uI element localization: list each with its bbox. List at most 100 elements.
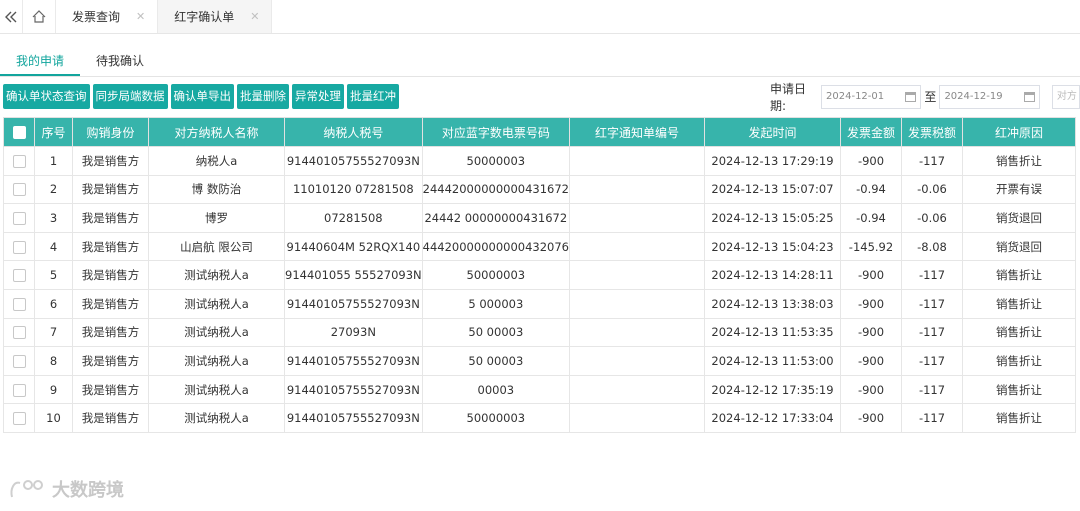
row-checkbox[interactable]: [3, 174, 35, 205]
cell-tax: -117: [901, 403, 963, 433]
cell-name: 测试纳税人a: [148, 260, 285, 290]
cell-tax: -117: [901, 288, 963, 319]
table-row[interactable]: 10 我是销售方 测试纳税人a 91440105755527093N 50000003 2…: [3, 403, 1076, 433]
cell-no: 3: [34, 203, 73, 233]
cell-blue-no: 50000003: [421, 260, 571, 290]
table-header-row: 序号 购销身份 对方纳税人名称 纳税人税号 对应蓝字数电票号码 红字通知单编号 …: [3, 117, 1076, 147]
cell-amount: -900: [840, 146, 902, 176]
cell-reason: 销售折让: [962, 317, 1076, 348]
cell-time: 2024-12-13 13:38:03: [704, 288, 841, 319]
cell-tax-id: 91440105755527093N: [284, 403, 423, 433]
col-header: 发票金额: [840, 117, 902, 147]
exception-handling-button[interactable]: 异常处理: [292, 84, 344, 109]
cell-time: 2024-12-13 15:05:25: [704, 203, 841, 233]
date-from-input[interactable]: 2024-12-01: [821, 84, 922, 109]
select-all-checkbox[interactable]: [3, 117, 35, 147]
cell-tax-id: 27093N: [284, 317, 423, 348]
double-chevron-left-icon[interactable]: [0, 0, 22, 33]
cell-reason: 销售折让: [962, 403, 1076, 433]
row-checkbox[interactable]: [3, 146, 35, 176]
cell-amount: -900: [840, 403, 902, 433]
cell-blue-no: 24442000000000431672: [421, 174, 571, 205]
cell-notice-no: [569, 288, 705, 319]
tab-label: 红字确认单: [174, 10, 235, 24]
cell-tax-id: 11010120 07281508: [284, 174, 423, 205]
cell-role: 我是销售方: [72, 403, 149, 433]
confirm-status-query-button[interactable]: 确认单状态查询: [3, 84, 90, 109]
cell-amount: -0.94: [840, 203, 902, 233]
table-row[interactable]: 6 我是销售方 测试纳税人a 91440105755527093N 5 000003 20…: [3, 288, 1076, 319]
table-row[interactable]: 5 我是销售方 测试纳税人a 914401055 55527093N 50000003 2…: [3, 260, 1076, 290]
date-from-value: 2024-12-01: [826, 91, 885, 102]
close-icon[interactable]: ✕: [136, 10, 145, 23]
tab-red-confirmation[interactable]: 红字确认单 ✕: [158, 0, 273, 33]
cell-reason: 销货退回: [962, 203, 1076, 233]
cell-blue-no: 5 000003: [421, 288, 571, 319]
table-row[interactable]: 8 我是销售方 测试纳税人a 91440105755527093N 50 00003 20…: [3, 346, 1076, 376]
cell-no: 5: [34, 260, 73, 290]
cell-notice-no: [569, 346, 705, 376]
cell-role: 我是销售方: [72, 174, 149, 205]
cell-role: 我是销售方: [72, 231, 149, 262]
table-row[interactable]: 9 我是销售方 测试纳税人a 91440105755527093N 00003 2024-…: [3, 374, 1076, 405]
cell-no: 8: [34, 346, 73, 376]
col-header: 红字通知单编号: [569, 117, 705, 147]
date-to-input[interactable]: 2024-12-19: [939, 84, 1040, 109]
cell-amount: -145.92: [840, 231, 902, 262]
counterparty-input[interactable]: 对方: [1051, 84, 1080, 109]
home-icon[interactable]: [22, 0, 56, 33]
subtab-pending-confirmation[interactable]: 待我确认: [80, 46, 160, 76]
cell-tax: -0.06: [901, 203, 963, 233]
table-row[interactable]: 4 我是销售方 山启航 限公司 91440604M 52RQX140 444200000…: [3, 231, 1076, 262]
cell-reason: 销售折让: [962, 260, 1076, 290]
watermark-logo-icon: [10, 480, 43, 498]
tab-invoice-query[interactable]: 发票查询 ✕: [56, 0, 159, 33]
subtab-my-applications[interactable]: 我的申请: [0, 46, 81, 76]
confirmation-table: 序号 购销身份 对方纳税人名称 纳税人税号 对应蓝字数电票号码 红字通知单编号 …: [3, 117, 1076, 433]
batch-red-offset-button[interactable]: 批量红冲: [347, 84, 399, 109]
cell-time: 2024-12-12 17:33:04: [704, 403, 841, 433]
cell-time: 2024-12-12 17:35:19: [704, 374, 841, 405]
batch-delete-button[interactable]: 批量删除: [237, 84, 289, 109]
cell-blue-no: 50000003: [421, 146, 571, 176]
cell-notice-no: [569, 231, 705, 262]
cell-role: 我是销售方: [72, 374, 149, 405]
cell-reason: 销售折让: [962, 146, 1076, 176]
row-checkbox[interactable]: [3, 317, 35, 348]
row-checkbox[interactable]: [3, 403, 35, 433]
table-body: 1 我是销售方 纳税人a 91440105755527093N 50000003 2024…: [3, 146, 1076, 433]
table-row[interactable]: 1 我是销售方 纳税人a 91440105755527093N 50000003 2024…: [3, 146, 1076, 176]
row-checkbox[interactable]: [3, 288, 35, 319]
calendar-icon: [905, 91, 917, 102]
cell-tax: -117: [901, 374, 963, 405]
cell-role: 我是销售方: [72, 346, 149, 376]
cell-tax-id: 91440604M 52RQX140: [284, 231, 423, 262]
row-checkbox[interactable]: [3, 203, 35, 233]
cell-name: 博罗: [148, 203, 285, 233]
export-confirmation-button[interactable]: 确认单导出: [170, 84, 234, 109]
cell-no: 9: [34, 374, 73, 405]
cell-amount: -900: [840, 346, 902, 376]
table-row[interactable]: 7 我是销售方 测试纳税人a 27093N 50 00003 2024-12-13 11:…: [3, 317, 1076, 348]
close-icon[interactable]: ✕: [250, 10, 259, 23]
col-header: 红冲原因: [962, 117, 1076, 147]
cell-name: 纳税人a: [148, 146, 285, 176]
cell-notice-no: [569, 203, 705, 233]
subtab-bar: 我的申请 待我确认: [0, 46, 1080, 77]
date-to-value: 2024-12-19: [944, 91, 1003, 102]
table-row[interactable]: 3 我是销售方 博罗 07281508 24442 00000000431672 2024…: [3, 203, 1076, 233]
col-header: 对方纳税人名称: [148, 117, 285, 147]
cell-name: 测试纳税人a: [148, 374, 285, 405]
col-header: 序号: [34, 117, 73, 147]
cell-tax-id: 914401055 55527093N: [284, 260, 423, 290]
cell-notice-no: [569, 146, 705, 176]
row-checkbox[interactable]: [3, 231, 35, 262]
cell-amount: -900: [840, 374, 902, 405]
row-checkbox[interactable]: [3, 346, 35, 376]
cell-amount: -900: [840, 288, 902, 319]
row-checkbox[interactable]: [3, 260, 35, 290]
table-row[interactable]: 2 我是销售方博 数防治 11010120 07281508 244420000000…: [3, 174, 1076, 205]
sync-bureau-data-button[interactable]: 同步局端数据: [92, 84, 168, 109]
cell-notice-no: [569, 403, 705, 433]
row-checkbox[interactable]: [3, 374, 35, 405]
